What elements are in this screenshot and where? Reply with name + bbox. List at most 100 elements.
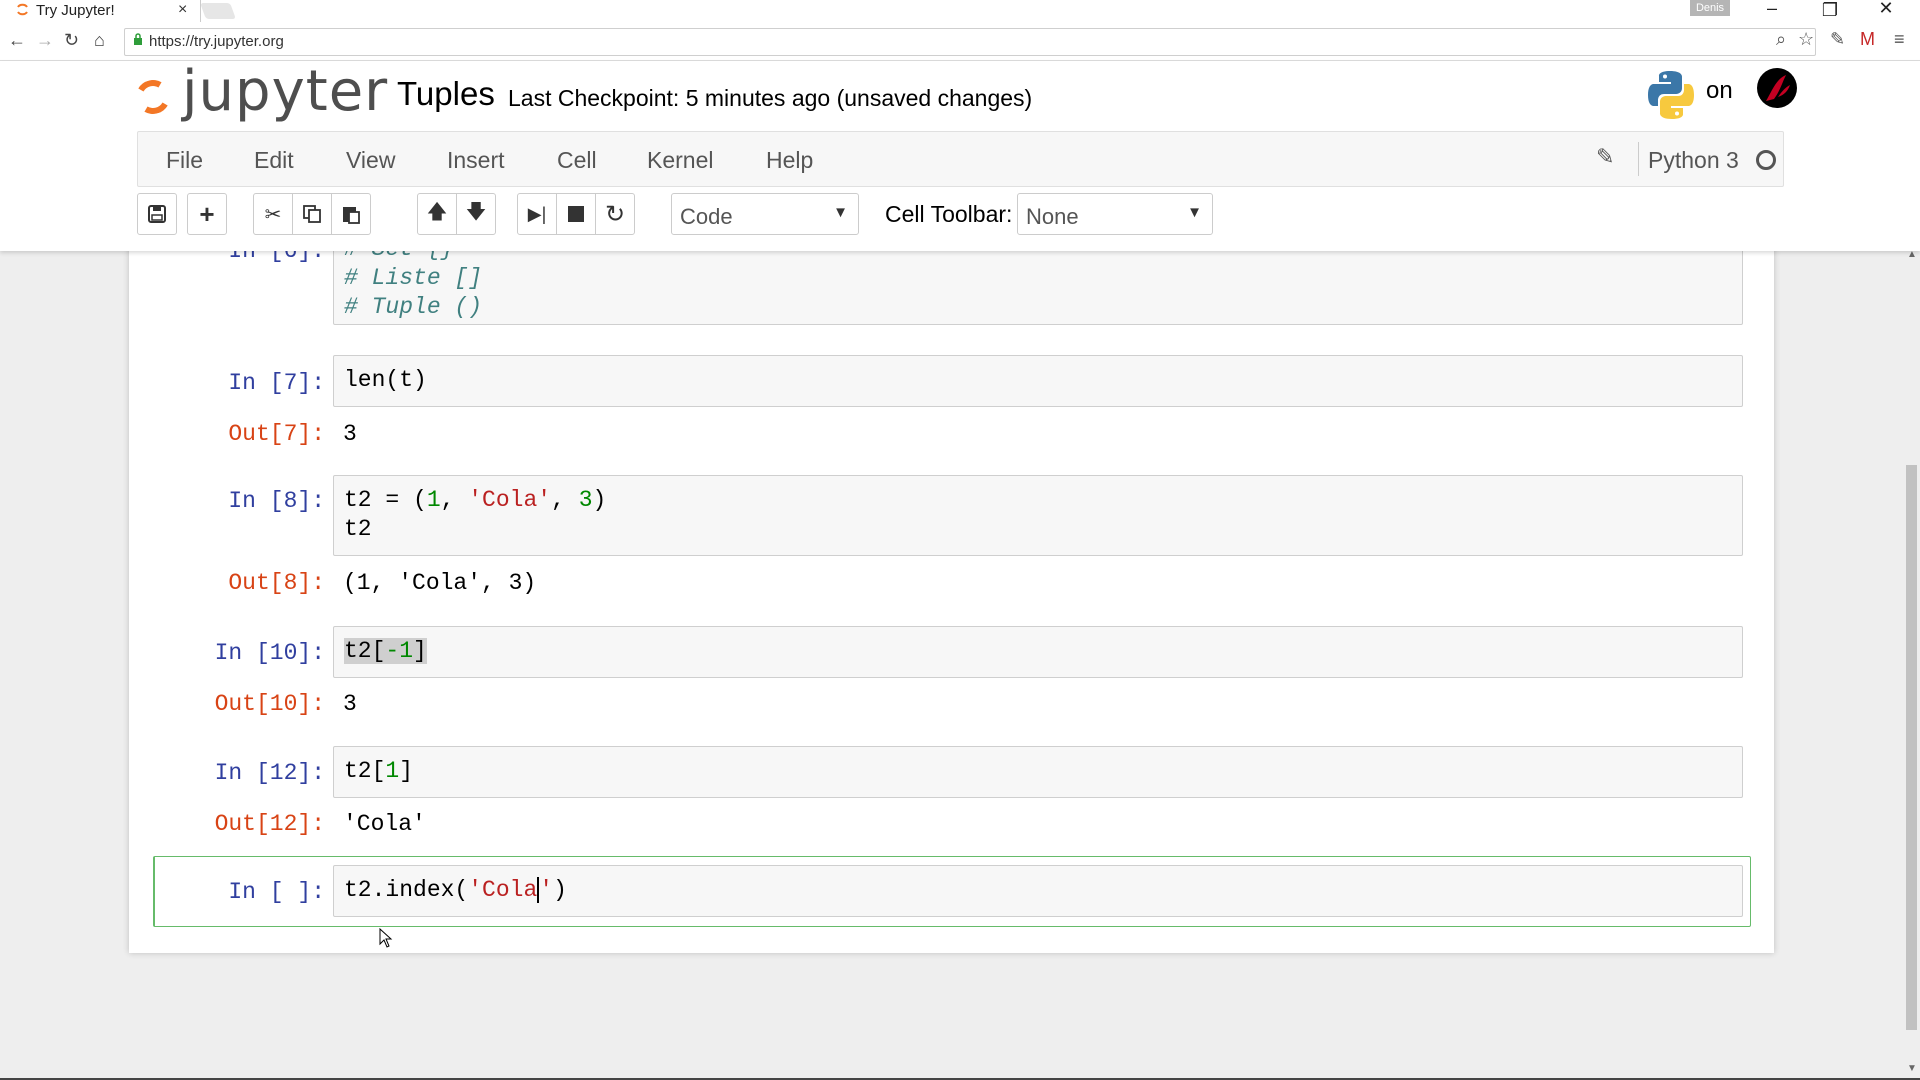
tab-close-icon[interactable]: ×	[178, 1, 187, 19]
browser-tab[interactable]: Try Jupyter! ×	[0, 0, 201, 22]
step-forward-icon: ▶|	[527, 203, 547, 224]
browser-tab-bar: Try Jupyter! × Denis – ❐ ✕	[0, 0, 1920, 22]
move-down-button[interactable]: 🡇	[456, 193, 496, 235]
notebook-title[interactable]: Tuples	[397, 75, 495, 113]
menu-edit[interactable]: Edit	[254, 147, 294, 174]
menu-bar: File Edit View Insert Cell Kernel Help ✎…	[137, 131, 1784, 187]
window-close-icon[interactable]: ✕	[1866, 0, 1906, 19]
code-cell[interactable]: In [7]: len(t) Out[7]: 3	[155, 355, 1749, 455]
code-token: ,	[440, 487, 469, 513]
menu-kernel[interactable]: Kernel	[647, 147, 713, 174]
cut-button[interactable]: ✂	[253, 193, 293, 235]
paste-icon	[343, 207, 360, 224]
selected-code: t2[-1]	[344, 638, 427, 664]
kernel-idle-indicator-icon	[1756, 150, 1776, 170]
reload-icon[interactable]: ↻	[64, 30, 79, 51]
stop-icon	[568, 206, 584, 222]
home-icon[interactable]: ⌂	[94, 30, 105, 51]
arrow-down-icon: 🡇	[465, 201, 487, 223]
code-cell[interactable]: In [10]: t2[-1] Out[10]: 3	[155, 626, 1749, 726]
copy-button[interactable]	[292, 193, 332, 235]
insert-cell-button[interactable]: +	[187, 193, 227, 235]
code-token: ]	[413, 638, 427, 664]
notebook-container: In [6]: # Set {} # Liste [] # Tuple () I…	[129, 234, 1774, 953]
code-editor[interactable]: t2.index('Cola')	[333, 865, 1743, 917]
paste-button[interactable]	[331, 193, 371, 235]
cell-type-select[interactable]: Code ▼	[671, 193, 859, 235]
plus-icon: +	[199, 198, 215, 229]
code-number: 1	[426, 487, 441, 513]
new-tab-button[interactable]	[200, 3, 236, 19]
chevron-down-icon: ▼	[833, 204, 848, 221]
cell-output: 3	[343, 421, 357, 447]
arrow-up-icon: 🡅	[426, 201, 448, 223]
copy-icon	[303, 205, 321, 223]
code-string: 'Cola'	[468, 487, 552, 513]
interrupt-kernel-button[interactable]	[556, 193, 596, 235]
scrollbar-thumb[interactable]	[1906, 465, 1917, 1030]
code-editor[interactable]: len(t)	[333, 355, 1743, 407]
page-scrollbar[interactable]: ▲ ▼	[1903, 245, 1920, 1080]
profile-badge[interactable]: Denis	[1690, 0, 1730, 16]
code-token: ,	[551, 487, 579, 513]
menu-cell[interactable]: Cell	[557, 147, 597, 174]
tab-title: Try Jupyter!	[36, 2, 115, 19]
input-prompt: In [ ]:	[228, 879, 325, 905]
pencil-icon[interactable]: ✎	[1596, 144, 1614, 170]
output-prompt: Out[10]:	[214, 691, 325, 717]
url-field[interactable]: https://try.jupyter.org	[124, 28, 1816, 56]
jupyter-logo-icon	[132, 76, 174, 118]
cell-output: 3	[343, 691, 357, 717]
scroll-down-icon[interactable]: ▼	[1907, 1063, 1917, 1074]
jupyter-favicon-icon	[17, 3, 28, 16]
run-cell-button[interactable]: ▶|	[517, 193, 557, 235]
cell-toolbar-value: None	[1026, 204, 1079, 229]
cell-type-value: Code	[680, 204, 733, 229]
code-editor[interactable]: t2[1]	[333, 746, 1743, 798]
output-prompt: Out[7]:	[228, 421, 325, 447]
scissors-icon: ✂	[264, 203, 282, 226]
forward-icon[interactable]: →	[36, 30, 54, 51]
code-number: 3	[578, 487, 593, 513]
active-code-cell[interactable]: In [ ]: t2.index('Cola')	[155, 865, 1749, 925]
menu-file[interactable]: File	[166, 147, 203, 174]
output-prompt: Out[12]:	[214, 811, 325, 837]
extension-icon[interactable]: ✎	[1830, 29, 1845, 50]
code-editor[interactable]: t2[-1]	[333, 626, 1743, 678]
code-token: )	[553, 877, 567, 903]
rackspace-logo-icon	[1757, 68, 1797, 108]
back-icon[interactable]: ←	[8, 30, 26, 51]
code-cell[interactable]: In [8]: t2 = (1, 'Cola', 3) t2 Out[8]: (…	[155, 475, 1749, 605]
gmail-icon[interactable]: M	[1860, 29, 1875, 50]
move-up-button[interactable]: 🡅	[417, 193, 457, 235]
cell-output: (1, 'Cola', 3)	[343, 570, 537, 596]
bookmark-star-icon[interactable]: ☆	[1798, 29, 1814, 50]
cell-toolbar-select[interactable]: None ▼	[1017, 193, 1213, 235]
minimize-icon[interactable]: –	[1752, 0, 1792, 19]
lock-icon	[134, 33, 142, 45]
code-editor[interactable]: t2 = (1, 'Cola', 3) t2	[333, 475, 1743, 556]
on-label: on	[1706, 77, 1733, 104]
restart-icon: ↻	[604, 200, 626, 228]
input-prompt: In [8]:	[228, 488, 325, 514]
code-number: -1	[385, 638, 414, 664]
code-text: t2.index('Cola')	[344, 876, 567, 905]
address-bar: ← → ↻ ⌂ https://try.jupyter.org ⌕ ☆ ✎ M …	[0, 22, 1920, 61]
zoom-icon[interactable]: ⌕	[1776, 29, 1786, 50]
menu-insert[interactable]: Insert	[447, 147, 505, 174]
save-button[interactable]	[137, 193, 177, 235]
checkpoint-status: Last Checkpoint: 5 minutes ago (unsaved …	[508, 85, 1033, 111]
restart-kernel-button[interactable]: ↻	[595, 193, 635, 235]
menu-help[interactable]: Help	[766, 147, 813, 174]
code-string: 'Cola	[468, 877, 538, 903]
code-cell[interactable]: In [12]: t2[1] Out[12]: 'Cola'	[155, 746, 1749, 846]
input-prompt: In [7]:	[228, 370, 325, 396]
code-text: t2 = (1, 'Cola', 3) t2	[344, 486, 606, 544]
browser-menu-icon[interactable]: ≡	[1894, 29, 1905, 50]
code-token: t2[	[344, 638, 386, 664]
restore-icon[interactable]: ❐	[1810, 0, 1850, 21]
code-number: 1	[385, 758, 400, 784]
code-token: t2	[344, 516, 372, 542]
menu-view[interactable]: View	[346, 147, 395, 174]
python-logo-icon	[1648, 71, 1694, 119]
